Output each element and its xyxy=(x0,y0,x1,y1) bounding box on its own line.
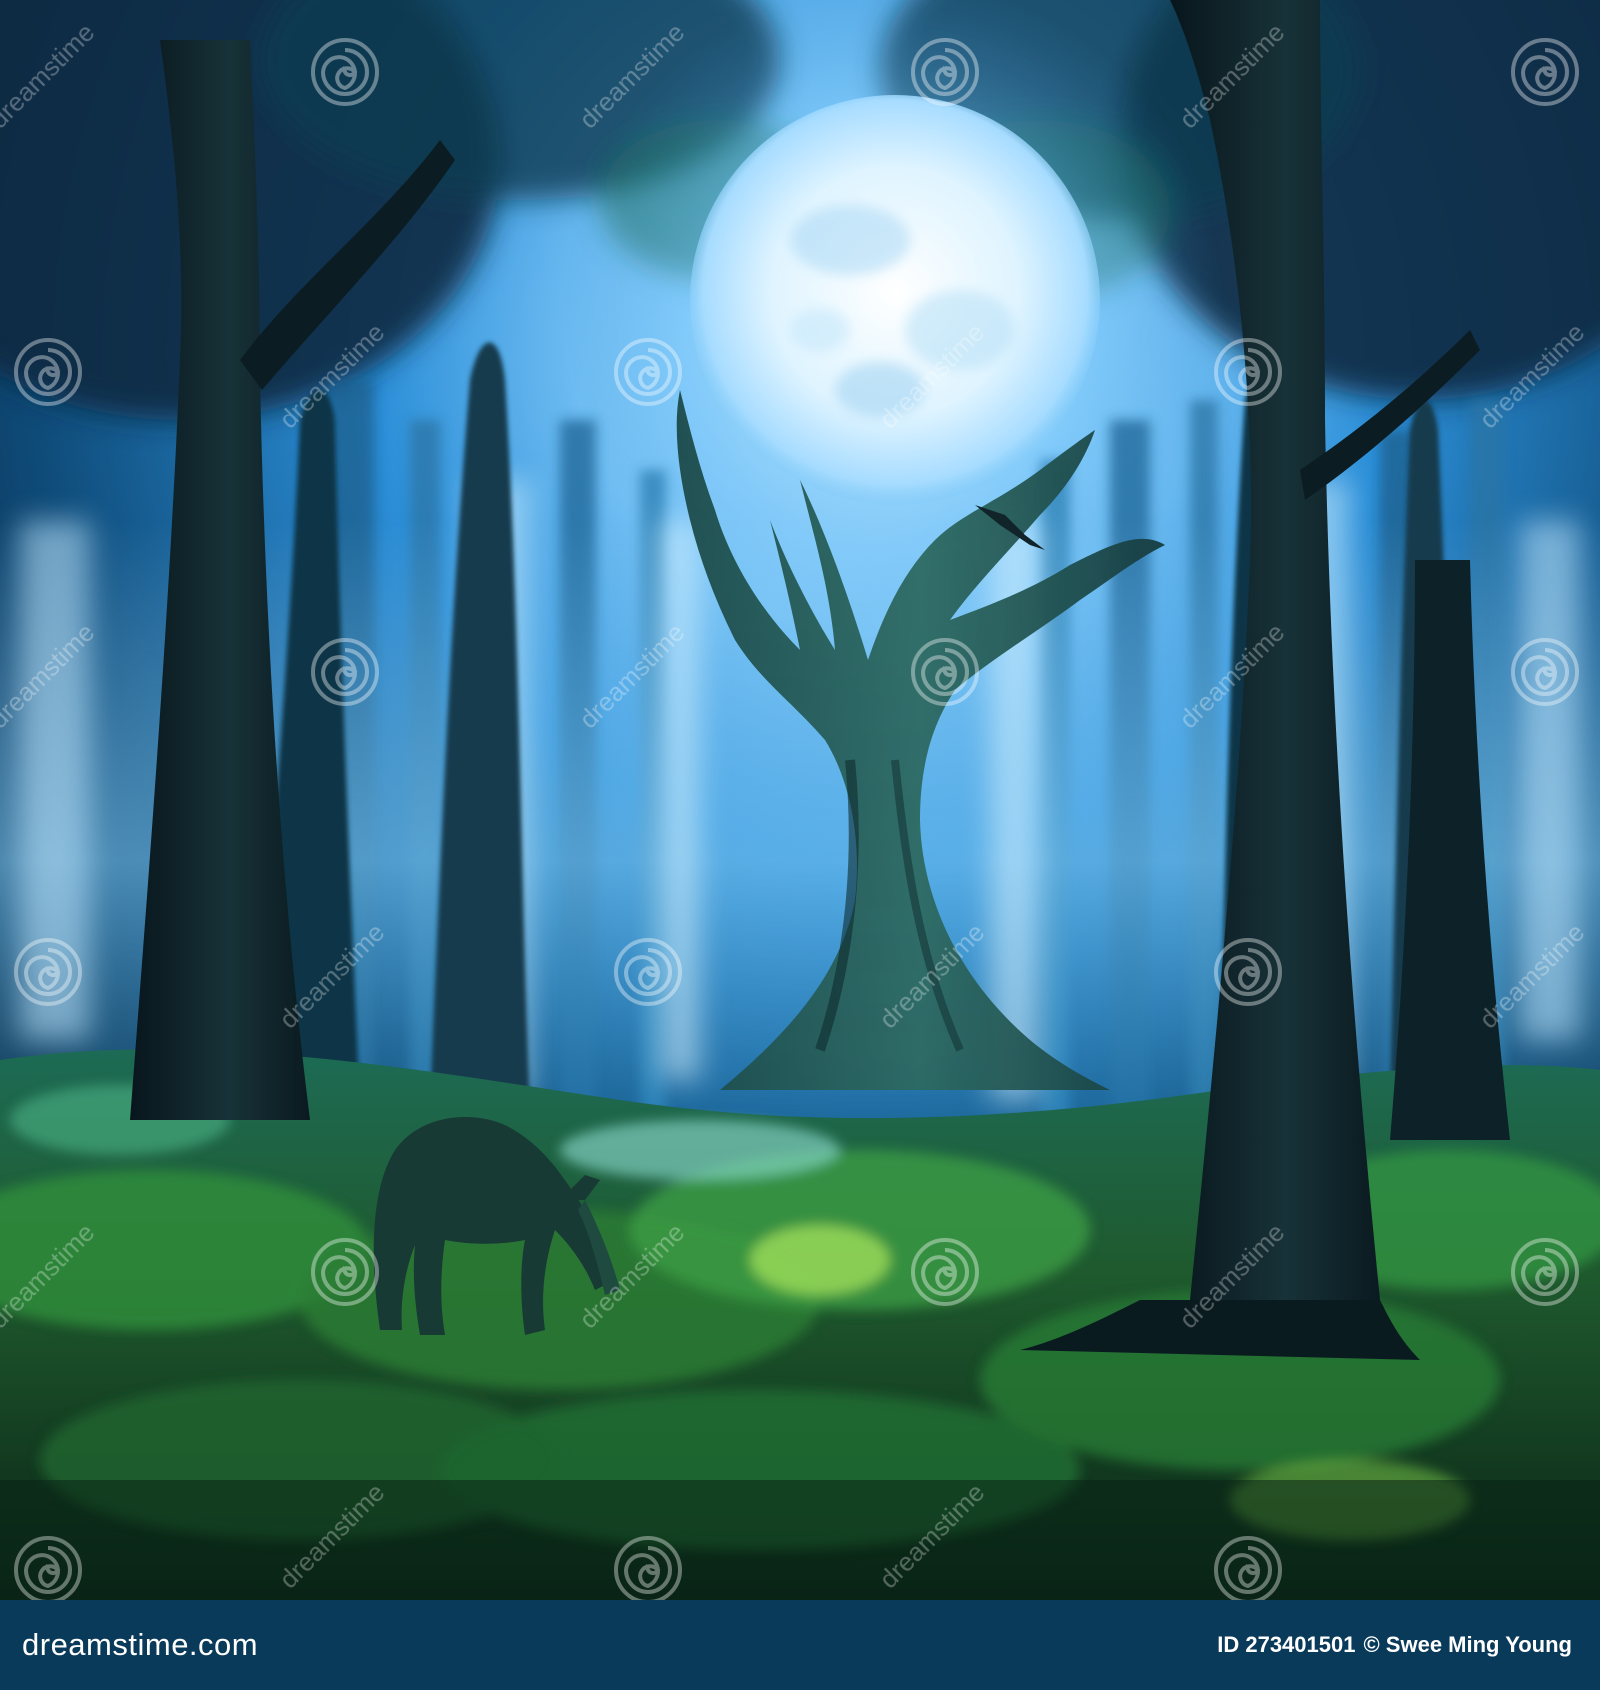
ground-shadow xyxy=(0,1480,1600,1600)
stock-footer-bar: dreamstime.com ID 273401501 © Swee Ming … xyxy=(0,1600,1600,1690)
brand-logo-text[interactable]: dreamstime.com xyxy=(22,1627,258,1663)
image-credit: ID 273401501 © Swee Ming Young xyxy=(1217,1632,1572,1658)
forest-illustration xyxy=(0,0,1600,1600)
stock-photo-page: dreamstime dreamstime dreamstime dreamst… xyxy=(0,0,1600,1690)
image-id: ID 273401501 xyxy=(1217,1632,1356,1657)
full-moon xyxy=(690,95,1100,505)
author-credit: © Swee Ming Young xyxy=(1363,1632,1572,1657)
